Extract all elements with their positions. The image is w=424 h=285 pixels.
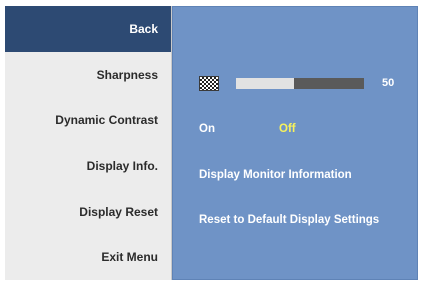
back-menu-item[interactable]: Back: [5, 6, 171, 52]
sharpness-row: 50: [199, 71, 407, 95]
dynamic-contrast-on-option[interactable]: On: [199, 123, 279, 135]
display-info-menu-item[interactable]: Display Info.: [5, 143, 171, 189]
settings-panel: 50 On Off Display Monitor Information Re…: [172, 6, 418, 280]
display-info-row: Display Monitor Information: [199, 163, 407, 187]
sharpness-slider-fill: [236, 77, 294, 89]
sharpness-pattern-icon: [199, 75, 219, 91]
display-info-label[interactable]: Display Monitor Information: [199, 169, 352, 181]
display-reset-menu-item[interactable]: Display Reset: [5, 189, 171, 235]
dynamic-contrast-menu-item[interactable]: Dynamic Contrast: [5, 97, 171, 143]
sharpness-slider[interactable]: [236, 77, 364, 89]
display-reset-row: Reset to Default Display Settings: [199, 208, 407, 232]
sharpness-menu-item[interactable]: Sharpness: [5, 52, 171, 98]
exit-menu-item[interactable]: Exit Menu: [5, 234, 171, 280]
display-reset-label[interactable]: Reset to Default Display Settings: [199, 214, 379, 226]
sharpness-value: 50: [382, 77, 395, 89]
osd-menu: Back Sharpness Dynamic Contrast Display …: [5, 6, 418, 280]
dynamic-contrast-row: On Off: [199, 117, 407, 141]
osd-sidebar: Back Sharpness Dynamic Contrast Display …: [5, 6, 172, 280]
dynamic-contrast-off-option[interactable]: Off: [279, 123, 296, 135]
